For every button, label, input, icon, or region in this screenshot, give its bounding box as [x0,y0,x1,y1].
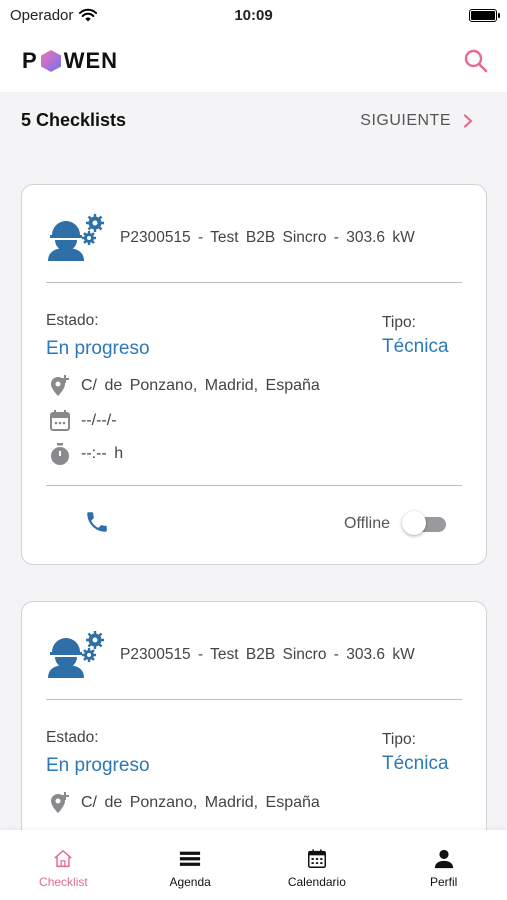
nav-item-agenda[interactable]: Agenda [127,830,254,900]
chevron-right-icon [463,113,473,128]
nav-item-checklist[interactable]: Checklist [0,830,127,900]
person-icon [434,849,453,869]
checklist-count-title: 5 Checklists [21,110,127,130]
offline-label: Offline [344,515,390,532]
logo-text-left: P [22,48,38,73]
checklist-card[interactable]: P2300515 - Test B2B Sincro - 303.6 kW Es… [21,184,487,565]
next-button[interactable]: SIGUIENTE [360,112,473,130]
divider [46,699,462,700]
logo-text-right: WEN [63,48,119,73]
location-add-icon [51,375,69,396]
date-row: --/--/- [48,409,117,433]
nav-item-perfil[interactable]: Perfil [380,830,507,900]
bottom-navigation: Checklist Agenda Calendario Perfil [0,830,507,900]
nav-label: Agenda [169,875,211,889]
hours-text: --:-- h [81,445,124,462]
location-add-icon [51,792,69,813]
estado-label: Estado: [46,729,99,746]
powen-logo: P WEN [22,48,118,74]
home-icon [54,850,73,868]
nav-label: Calendario [287,875,346,889]
toggle-knob [402,511,426,535]
nav-item-calendario[interactable]: Calendario [254,830,381,900]
card-title: P2300515 - Test B2B Sincro - 303.6 kW [120,229,415,246]
nav-label: Perfil [429,875,458,889]
divider [46,282,462,283]
card-title: P2300515 - Test B2B Sincro - 303.6 kW [120,646,415,663]
estado-value: En progreso [46,338,150,359]
battery-icon [469,8,500,22]
tipo-value: Técnica [382,753,449,774]
address-text: C/ de Ponzano, Madrid, España [81,377,320,394]
address-row: C/ de Ponzano, Madrid, España [48,791,320,815]
tipo-label: Tipo: [382,314,416,331]
phone-icon[interactable] [84,509,110,535]
wifi-icon [79,8,98,22]
nav-label: Checklist [39,875,88,889]
hours-row: --:-- h [48,442,123,466]
timer-icon [51,443,69,465]
offline-toggle[interactable] [402,511,446,535]
technician-gears-icon [48,631,104,678]
address-text: C/ de Ponzano, Madrid, España [81,794,320,811]
tipo-value: Técnica [382,336,449,357]
app-header: P WEN [0,30,507,92]
divider [46,485,462,486]
status-bar: Operador 10:09 [0,0,507,30]
list-icon [180,851,201,866]
carrier-label: Operador [10,6,74,24]
logo-hexagon-icon [40,50,61,72]
next-label: SIGUIENTE [360,111,451,129]
section-header: 5 Checklists SIGUIENTE [21,110,473,131]
estado-value: En progreso [46,755,150,776]
calendar-icon [50,410,70,431]
search-icon[interactable] [463,48,489,74]
calendar-icon [307,849,326,868]
tipo-label: Tipo: [382,731,416,748]
address-row: C/ de Ponzano, Madrid, España [48,374,320,398]
technician-gears-icon [48,214,104,261]
date-text: --/--/- [81,412,117,429]
estado-label: Estado: [46,312,99,329]
